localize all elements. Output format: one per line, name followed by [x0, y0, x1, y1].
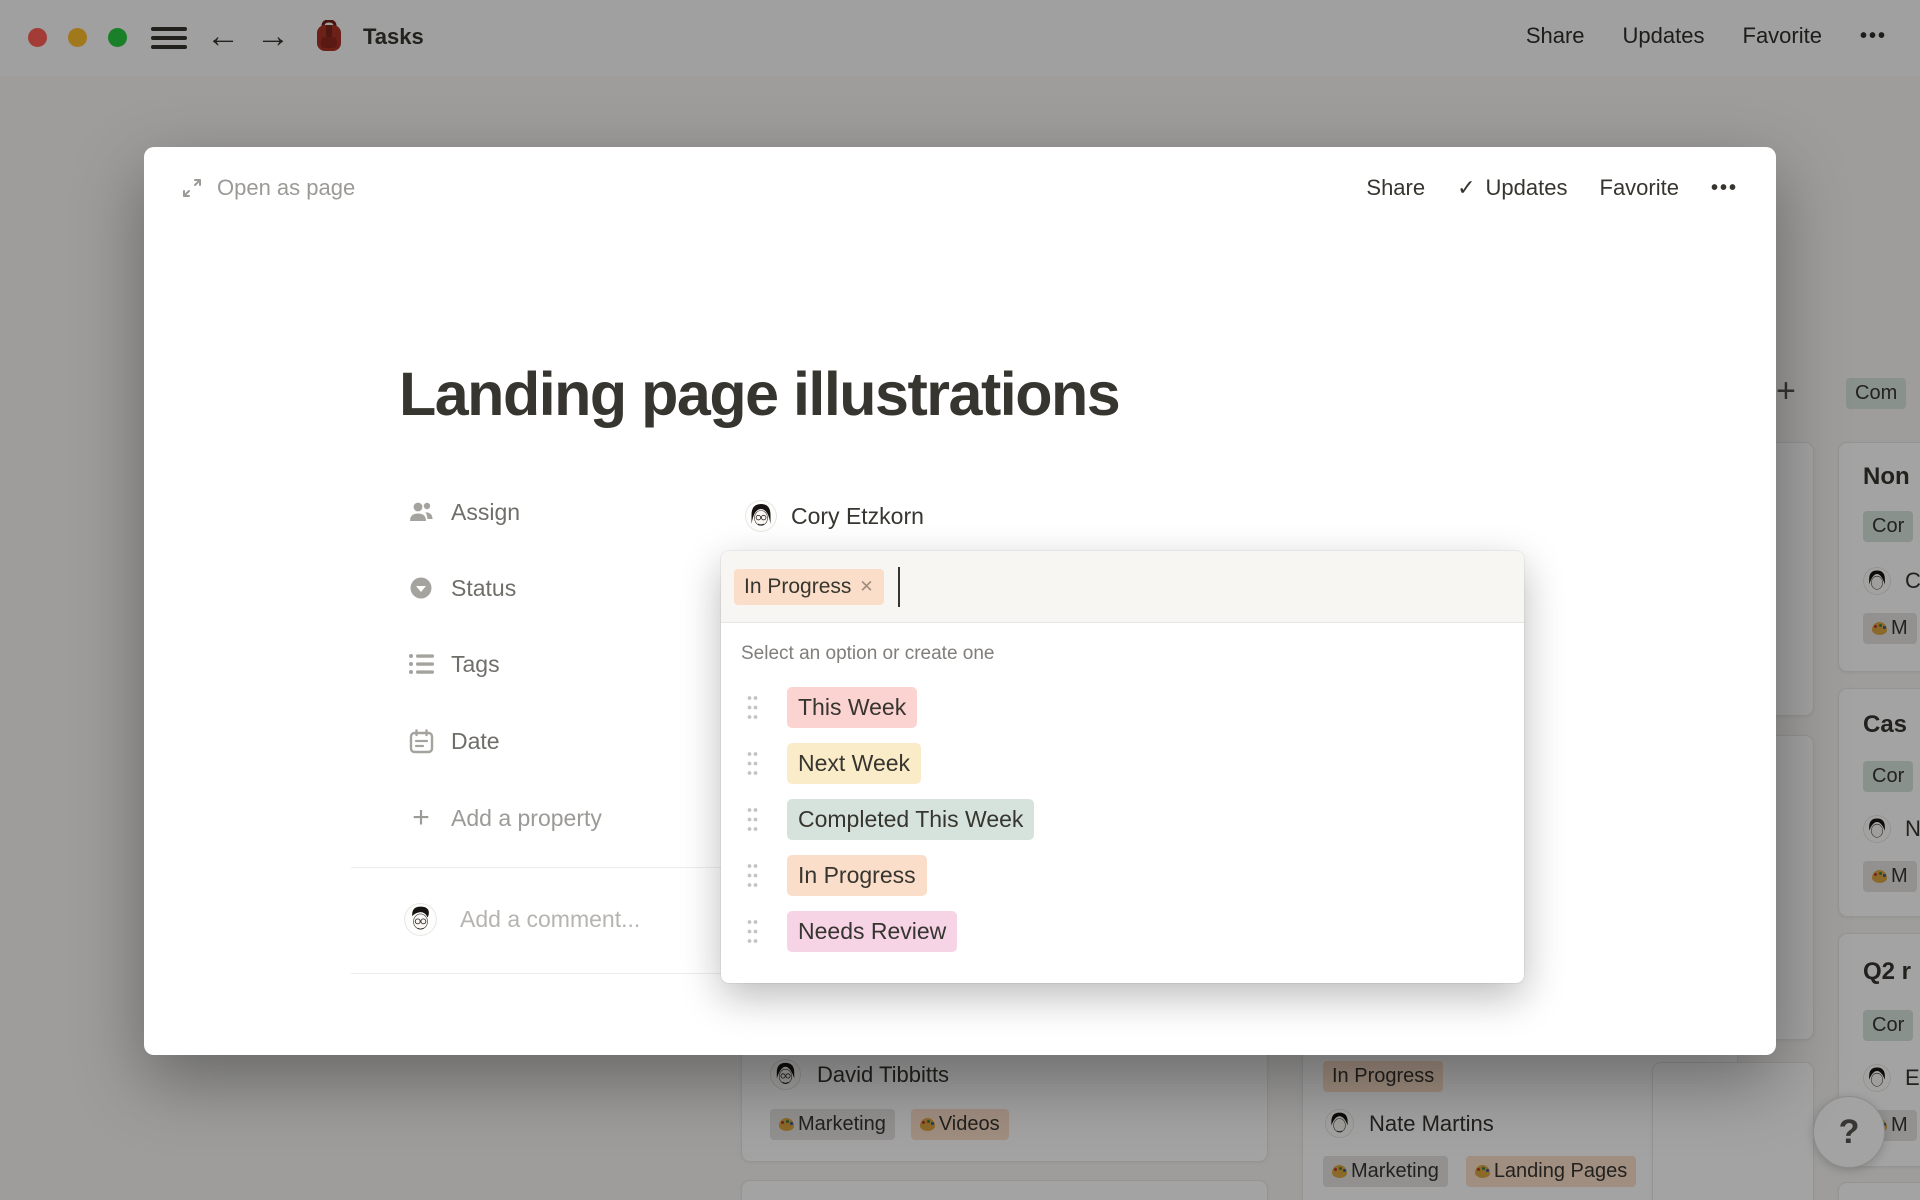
list-icon	[408, 651, 434, 677]
modal-updates-button[interactable]: ✓ Updates	[1457, 175, 1567, 201]
drag-handle-icon[interactable]	[743, 807, 761, 832]
drag-handle-icon[interactable]	[743, 695, 761, 720]
open-as-page-label: Open as page	[217, 175, 356, 200]
property-label: Assign	[451, 498, 521, 525]
modal-more-button[interactable]: •••	[1711, 177, 1738, 200]
status-option-next-week[interactable]: Next Week	[735, 735, 1510, 791]
add-property-label: Add a property	[451, 804, 602, 831]
drag-handle-icon[interactable]	[743, 919, 761, 944]
property-row-tags[interactable]: Tags	[408, 642, 500, 686]
add-comment-input[interactable]: Add a comment...	[404, 903, 640, 936]
selected-status-label: In Progress	[744, 574, 852, 598]
page-title[interactable]: Landing page illustrations	[399, 359, 1121, 429]
add-comment-placeholder: Add a comment...	[460, 906, 641, 932]
dropdown-hint: Select an option or create one	[741, 643, 995, 664]
avatar	[745, 500, 777, 532]
property-label: Tags	[451, 650, 500, 677]
open-as-page-button[interactable]: Open as page	[180, 175, 355, 201]
drag-handle-icon[interactable]	[743, 863, 761, 888]
status-tag-input[interactable]: In Progress ✕	[721, 551, 1524, 623]
status-circle-icon	[408, 575, 434, 601]
status-dropdown: In Progress ✕ Select an option or create…	[721, 551, 1524, 983]
add-property-button[interactable]: + Add a property	[408, 796, 602, 840]
status-option-tag: Next Week	[787, 742, 922, 784]
status-option-completed-this-week[interactable]: Completed This Week	[735, 791, 1510, 847]
more-icon: •••	[1710, 176, 1738, 199]
status-option-tag: Completed This Week	[787, 798, 1035, 840]
expand-diagonal-icon	[183, 179, 201, 197]
status-option-tag: Needs Review	[787, 910, 958, 952]
status-option-tag: This Week	[787, 686, 918, 728]
people-icon	[408, 499, 434, 525]
plus-icon: +	[412, 801, 430, 834]
drag-handle-icon[interactable]	[743, 751, 761, 776]
calendar-icon	[408, 728, 434, 754]
status-option-in-progress[interactable]: In Progress	[735, 847, 1510, 903]
property-row-status[interactable]: Status	[408, 566, 516, 610]
status-option-this-week[interactable]: This Week	[735, 679, 1510, 735]
selected-status-tag[interactable]: In Progress ✕	[734, 568, 884, 605]
property-row-assign[interactable]: Assign	[408, 490, 520, 534]
remove-tag-icon[interactable]: ✕	[859, 577, 873, 597]
assignee-name: Cory Etzkorn	[791, 502, 924, 529]
modal-share-button[interactable]: Share	[1366, 175, 1425, 201]
check-icon: ✓	[1457, 175, 1476, 200]
avatar	[404, 903, 437, 936]
assignee-chip[interactable]: Cory Etzkorn	[745, 494, 924, 538]
property-row-date[interactable]: Date	[408, 719, 500, 763]
property-label: Date	[451, 727, 500, 754]
text-caret	[897, 566, 900, 607]
status-option-tag: In Progress	[787, 854, 927, 896]
modal-favorite-button[interactable]: Favorite	[1600, 175, 1679, 201]
property-label: Status	[451, 574, 517, 601]
status-option-needs-review[interactable]: Needs Review	[735, 903, 1510, 959]
